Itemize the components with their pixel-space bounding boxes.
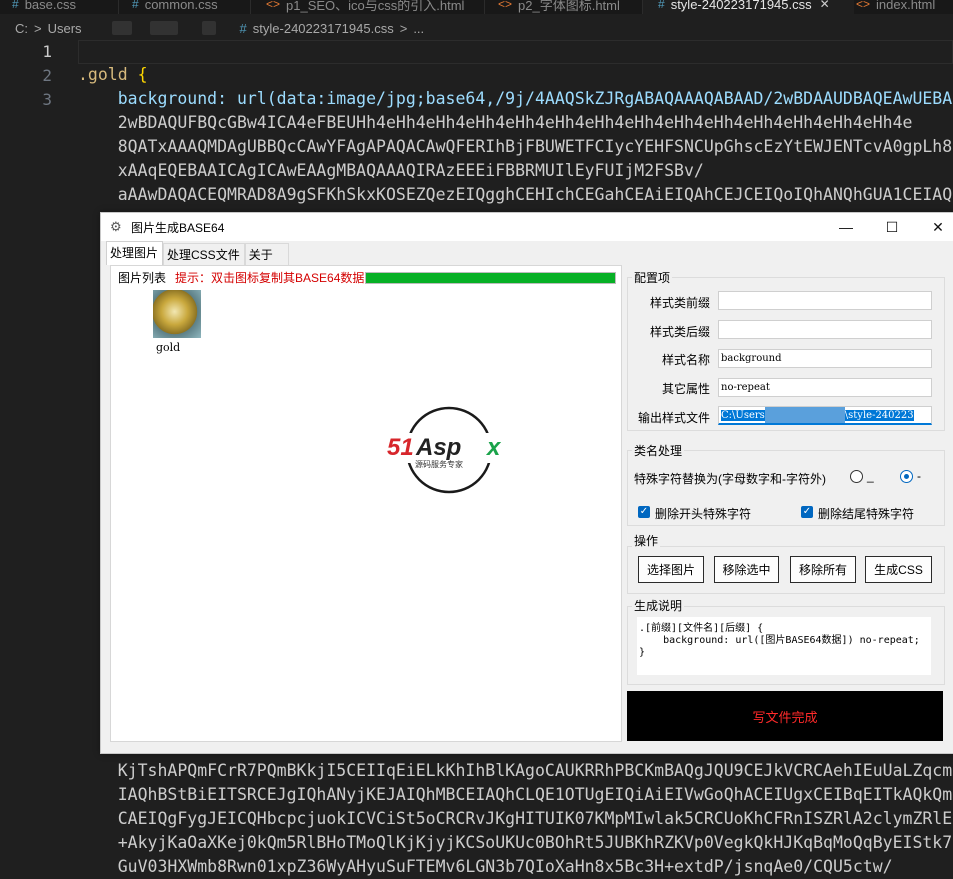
breadcrumb: C: > Users # style-240223171945.css > ..… [0, 14, 953, 42]
code-line[interactable]: CAEIQgFygJEICQHbcpcjuokICVCiSt5oCRCRvJKg… [78, 807, 952, 831]
current-line-highlight [78, 40, 953, 64]
css-selector: .gold [78, 65, 128, 84]
html-icon: <> [856, 0, 871, 11]
redacted-region [201, 21, 216, 35]
generate-css-button[interactable]: 生成CSS [865, 556, 932, 583]
svg-text:51: 51 [387, 434, 414, 461]
breadcrumb-drive[interactable]: C: [15, 21, 28, 36]
close-icon[interactable]: ✕ [820, 0, 830, 11]
output-file-label: 输出样式文件 [637, 411, 710, 425]
chevron-right-icon: > [34, 20, 42, 36]
html-icon: <> [266, 0, 281, 11]
progress-bar [365, 272, 616, 284]
radio-underscore-label: _ [867, 469, 874, 483]
code-line[interactable]: 8QATxAAAQMDAgUBBQcCAwYFAgAPAQACAwQFERIhB… [78, 135, 952, 159]
css-hash-icon: # [12, 0, 19, 11]
suffix-label: 样式类后缀 [649, 325, 710, 339]
line-number: 2 [42, 66, 52, 85]
close-button[interactable]: ✕ [915, 213, 953, 241]
prefix-label: 样式类前缀 [649, 296, 710, 310]
redacted-region [111, 21, 132, 35]
tab-about[interactable]: 关于 [244, 243, 289, 265]
editor-tab-common-css[interactable]: # common.css [132, 0, 218, 14]
editor-tab-bar: # base.css # common.css <> p1_SEO、ico与css的引… [0, 0, 953, 14]
tab-process-images[interactable]: 处理图片 [106, 241, 164, 265]
css-hash-icon: # [658, 0, 665, 11]
editor-tab-style-css[interactable]: # style-240223171945.css ✕ [643, 0, 854, 14]
svg-text:源码服务专家: 源码服务专家 [415, 459, 463, 469]
style-name-label: 样式名称 [661, 353, 710, 367]
breadcrumb-users[interactable]: Users [48, 21, 82, 36]
image-list-label: 图片列表 [118, 271, 167, 285]
breadcrumb-more[interactable]: ... [413, 21, 424, 36]
code-line[interactable]: aAAwDAQACEQMRAD8A9gSFKhSkxKOSEZQezEIQggh… [78, 183, 952, 207]
window-title: 图片生成BASE64 [131, 220, 225, 235]
remove-all-button[interactable]: 移除所有 [790, 556, 856, 583]
checkbox-trim-end[interactable]: ✓ [801, 506, 813, 518]
svg-text:x: x [485, 434, 502, 461]
editor-tab-p2-html[interactable]: <> p2_字体图标.html [498, 0, 620, 14]
minimize-button[interactable]: — [823, 213, 869, 241]
chevron-right-icon: > [399, 20, 408, 36]
replace-label: 特殊字符替换为(字母数字和-字符外) [634, 472, 826, 486]
base64-generator-window: ⚙ 图片生成BASE64 — ☐ ✕ 处理图片 处理CSS文件 关于 图片列表 … [100, 212, 953, 754]
editor-tab-base-css[interactable]: # base.css [12, 0, 76, 14]
css-brace: { [137, 65, 148, 84]
css-hash-icon: # [239, 20, 247, 36]
redacted-region [149, 21, 178, 35]
radio-underscore[interactable] [850, 470, 863, 483]
editor-tab-index-html[interactable]: <> index.html [856, 0, 935, 14]
code-line[interactable]: +AkyjKaOaXKej0kQm5RlBHoTMoQlKjKjyjKCSoUK… [78, 831, 952, 855]
remove-selected-button[interactable]: 移除选中 [714, 556, 779, 583]
description-text: .[前缀][文件名][后缀] { background: url([图片BASE… [637, 617, 931, 675]
status-message: 写文件完成 [627, 691, 943, 741]
51aspx-logo: 51 Asp x 源码服务专家 [387, 406, 511, 494]
gear-icon: ⚙ [110, 219, 122, 234]
other-attr-label: 其它属性 [661, 382, 710, 396]
css-hash-icon: # [132, 0, 139, 11]
suffix-input[interactable] [718, 320, 932, 339]
style-name-input[interactable]: background [718, 349, 932, 368]
gold-image-thumbnail[interactable] [153, 290, 201, 338]
svg-text:Asp: Asp [415, 434, 461, 461]
other-attr-input[interactable]: no-repeat [718, 378, 932, 397]
radio-dash[interactable] [900, 470, 913, 483]
code-line[interactable]: GuV03HXWmb8Rwn01xpZ36WyAHyuSuFTEMv6LGN3b… [78, 855, 893, 879]
window-titlebar[interactable]: ⚙ 图片生成BASE64 — ☐ ✕ [101, 213, 953, 241]
code-line[interactable]: IAQhBStBiEITSRCEJgIQhANyjKEJAIQhMBCEIAQh… [78, 783, 952, 807]
description-group-label: 生成说明 [632, 597, 685, 614]
line-number: 1 [42, 42, 52, 61]
checkbox-trim-start[interactable]: ✓ [638, 506, 650, 518]
code-line-selector[interactable]: .gold { [78, 63, 148, 87]
prefix-input[interactable] [718, 291, 932, 310]
actions-group-label: 操作 [632, 532, 661, 549]
image-name-label: gold [156, 341, 181, 354]
maximize-button[interactable]: ☐ [869, 213, 915, 241]
radio-dash-label: - [917, 469, 921, 483]
trim-end-label: 删除结尾特殊字符 [818, 507, 915, 521]
trim-start-label: 删除开头特殊字符 [655, 507, 752, 521]
html-icon: <> [498, 0, 513, 11]
code-line[interactable]: xAAqEQEBAAICAgICAwEAAgMBAQAAAQIRAzEEEiFB… [78, 159, 704, 183]
line-number: 3 [42, 90, 52, 109]
select-images-button[interactable]: 选择图片 [638, 556, 704, 583]
image-list-panel[interactable]: 图片列表 提示：双击图标复制其BASE64数据 gold 51 Asp x 源码… [110, 265, 622, 742]
breadcrumb-file[interactable]: style-240223171945.css [253, 21, 394, 36]
code-line[interactable]: background: url(data:image/jpg;base64,/9… [78, 87, 952, 111]
output-file-input[interactable]: C:\Users \style-240223 [718, 406, 932, 425]
editor-tab-p1-html[interactable]: <> p1_SEO、ico与css的引入.html [266, 0, 464, 14]
code-line[interactable]: 2wBDAQUFBQcGBw4ICA4eFBEUHh4eHh4eHh4eHh4e… [78, 111, 913, 135]
hint-text: 提示：双击图标复制其BASE64数据 [175, 271, 365, 285]
code-line[interactable]: KjTshAPQmFCrR7PQmBKkjI5CEIIqEiELkKhIhBlK… [78, 759, 952, 783]
tab-process-css[interactable]: 处理CSS文件 [163, 243, 245, 265]
classname-group-label: 类名处理 [632, 442, 685, 459]
tab-strip: 处理图片 处理CSS文件 关于 [106, 241, 289, 265]
config-group-label: 配置项 [632, 269, 673, 286]
